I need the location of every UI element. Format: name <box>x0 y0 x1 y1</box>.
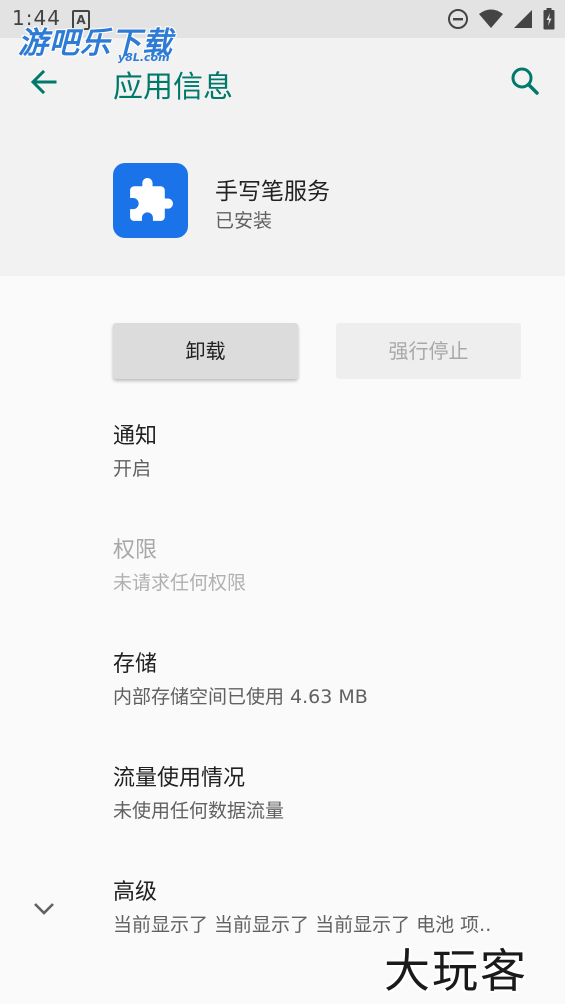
page-title: 应用信息 <box>113 70 233 105</box>
app-icon <box>113 163 188 238</box>
pref-title: 权限 <box>113 538 158 563</box>
app-info-content: 卸载 强行停止 通知 开启 权限 未请求任何权限 存储 内部存储空间已使用 4.… <box>0 276 565 1004</box>
pref-data-usage[interactable]: 流量使用情况 未使用任何数据流量 <box>113 764 543 826</box>
search-icon <box>511 67 539 95</box>
pref-summary: 未使用任何数据流量 <box>113 800 285 822</box>
search-button[interactable] <box>503 60 547 104</box>
pref-summary: 未请求任何权限 <box>113 572 247 594</box>
pref-advanced[interactable]: 高级 当前显示了 当前显示了 当前显示了 电池 项.. <box>113 878 543 940</box>
watermark-bottom: 大玩客 <box>384 944 528 998</box>
force-stop-button[interactable]: 强行停止 <box>336 323 521 379</box>
puzzle-icon <box>130 178 173 221</box>
dnd-icon <box>448 9 468 29</box>
watermark-logo: 游吧乐下载 y8L.com <box>18 18 188 68</box>
pref-summary: 内部存储空间已使用 4.63 MB <box>113 686 368 708</box>
expand-advanced-button[interactable] <box>28 893 60 925</box>
signal-icon <box>514 10 532 28</box>
pref-notifications[interactable]: 通知 开启 <box>113 422 543 484</box>
pref-title: 通知 <box>113 424 158 449</box>
pref-title: 存储 <box>113 652 158 677</box>
uninstall-button[interactable]: 卸载 <box>113 323 298 379</box>
battery-icon <box>543 8 555 30</box>
pref-title: 高级 <box>113 880 158 905</box>
pref-permissions[interactable]: 权限 未请求任何权限 <box>113 536 543 598</box>
watermark-logo-subtext: y8L.com <box>118 51 170 64</box>
app-header: 手写笔服务 已安装 <box>0 124 565 276</box>
wifi-icon <box>479 9 503 28</box>
pref-title: 流量使用情况 <box>113 766 246 791</box>
app-install-status: 已安装 <box>215 210 273 232</box>
pref-summary: 开启 <box>113 458 152 480</box>
chevron-down-icon <box>34 903 54 915</box>
pref-storage[interactable]: 存储 内部存储空间已使用 4.63 MB <box>113 650 543 712</box>
app-name: 手写笔服务 <box>215 179 330 205</box>
status-icons <box>447 8 555 30</box>
